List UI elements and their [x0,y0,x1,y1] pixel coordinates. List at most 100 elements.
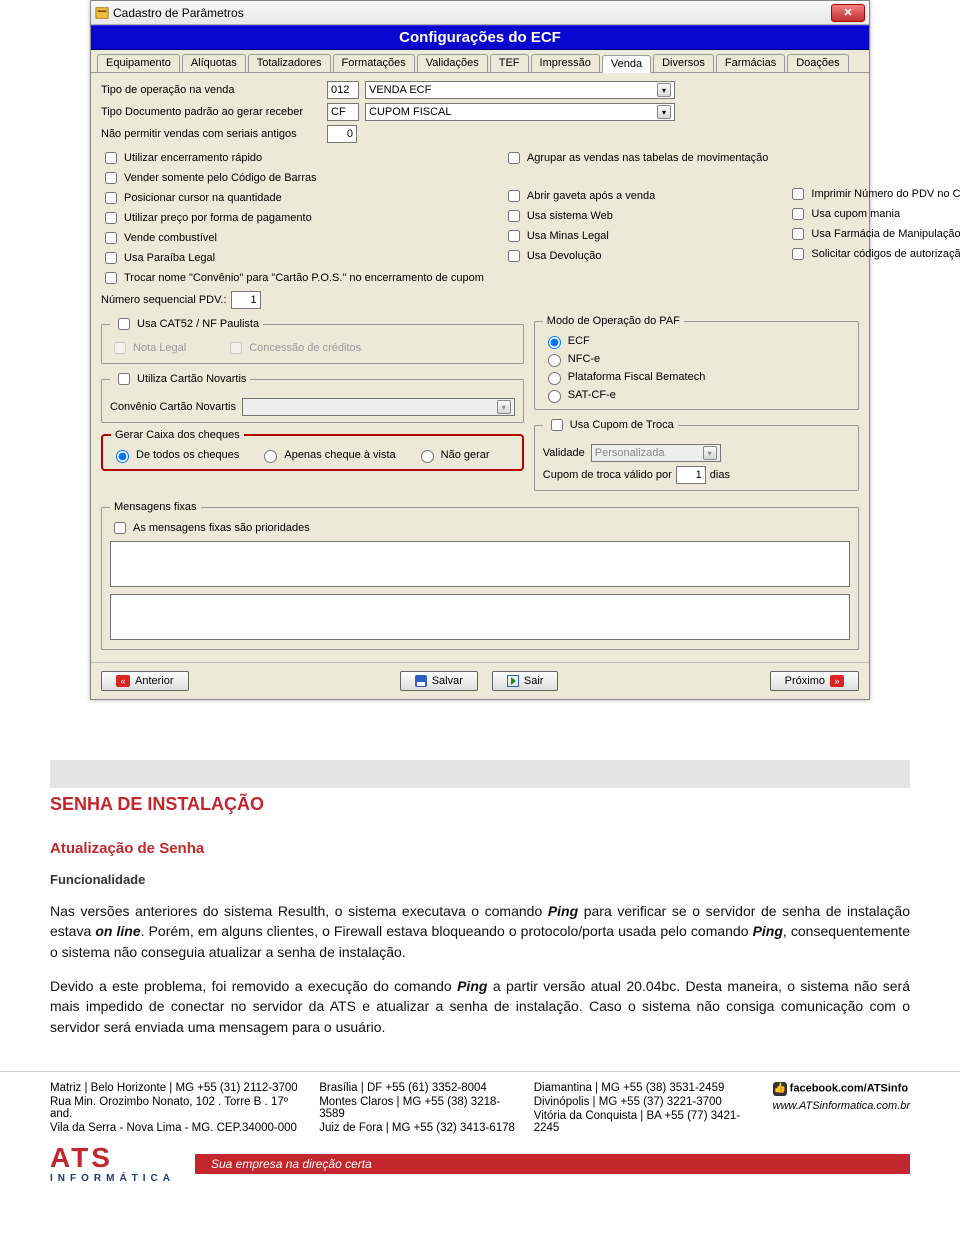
footer-line: Juiz de Fora | MG +55 (32) 3413-6178 [319,1122,518,1134]
chk-novartis[interactable] [118,373,130,385]
mensagens-text-2[interactable] [110,594,850,640]
func-heading: Funcionalidade [50,872,910,888]
radio-bematech[interactable] [548,372,561,385]
save-icon [415,675,427,687]
chk-label: Usa Cupom de Troca [570,419,674,431]
radio-todos-cheques[interactable] [116,450,129,463]
chk-trocar-convenio[interactable] [105,272,117,284]
novartis-group: Utiliza Cartão Novartis Convênio Cartão … [101,370,524,423]
chk-codigo-barras[interactable] [105,172,117,184]
chk-cupom-troca[interactable] [551,419,563,431]
sair-button[interactable]: Sair [492,671,559,691]
tab-formatacoes[interactable]: Formatações [333,54,415,72]
next-icon: » [830,675,844,687]
chk-encerramento-rapido[interactable] [105,152,117,164]
chk-label: Nota Legal [133,342,186,354]
tab-impressao[interactable]: Impressão [531,54,600,72]
chk-devolucao[interactable] [508,250,520,262]
nao-permitir-input[interactable] [327,125,357,143]
close-button[interactable]: ✕ [831,4,865,22]
novartis-label: Convênio Cartão Novartis [110,401,236,413]
radio-label: Não gerar [441,449,490,461]
tipo-operacao-code[interactable] [327,81,359,99]
tab-venda[interactable]: Venda [602,55,651,73]
chk-label: Utilizar encerramento rápido [124,152,262,164]
footer-col-2: Brasília | DF +55 (61) 3352-8004 Montes … [319,1082,518,1134]
brand-row: ATS INFORMÁTICA Sua empresa na direção c… [0,1140,960,1194]
btn-label: Sair [524,675,544,687]
radio-label: Plataforma Fiscal Bematech [568,371,706,383]
tipo-operacao-label: Tipo de operação na venda [101,84,321,96]
tab-doacoes[interactable]: Doações [787,54,848,72]
chk-numero-pdv-cupom[interactable] [792,188,804,200]
chk-msg-prioridade[interactable] [114,522,126,534]
chk-label: Trocar nome "Convênio" para "Cartão P.O.… [124,272,484,284]
chk-farmacia-manipulacao[interactable] [792,228,804,240]
text-bold: on line [95,923,140,939]
tab-diversos[interactable]: Diversos [653,54,714,72]
chk-minas-legal[interactable] [508,230,520,242]
website-link[interactable]: www.ATSinformatica.com.br [773,1100,910,1112]
chk-label: Concessão de créditos [249,342,361,354]
tab-farmacias[interactable]: Farmácias [716,54,785,72]
tab-equipamento[interactable]: Equipamento [97,54,180,72]
radio-ecf[interactable] [548,336,561,349]
grey-divider [50,760,910,788]
nao-permitir-label: Não permitir vendas com seriais antigos [101,128,321,140]
paf-group: Modo de Operação do PAF ECF NFC-e Plataf… [534,315,859,410]
validade-label: Validade [543,447,585,459]
radio-label: ECF [568,335,590,347]
chk-label: Usa CAT52 / NF Paulista [137,318,259,330]
paragraph-2: Devido a este problema, foi removido a e… [50,976,910,1037]
chk-cursor-quantidade[interactable] [105,192,117,204]
chk-label: Usa Paraíba Legal [124,252,215,264]
chk-preco-pagamento[interactable] [105,212,117,224]
facebook-link[interactable]: 👍facebook.com/ATSinfo [773,1082,908,1096]
chk-label: Solicitar códigos de autorização de vend… [811,248,960,260]
sub-heading: Atualização de Senha [50,840,910,858]
btn-label: Salvar [432,675,463,687]
footer-line: Matriz | Belo Horizonte | MG +55 (31) 21… [50,1082,303,1094]
mensagens-text-1[interactable] [110,541,850,587]
page-footer: Matriz | Belo Horizonte | MG +55 (31) 21… [0,1071,960,1140]
tipo-doc-label: Tipo Documento padrão ao gerar receber [101,106,321,118]
chk-agrupar-vendas[interactable] [508,152,520,164]
text-bold: Ping [753,923,783,939]
radio-nao-gerar[interactable] [421,450,434,463]
text: . Porém, em alguns clientes, o Firewall … [141,923,753,939]
chk-combustivel[interactable] [105,232,117,244]
tab-tef[interactable]: TEF [490,54,529,72]
seq-pdv-input[interactable] [231,291,261,309]
chk-abrir-gaveta[interactable] [508,190,520,202]
tipo-doc-code[interactable] [327,103,359,121]
proximo-button[interactable]: Próximo» [770,671,859,691]
footer-line: Vitória da Conquista | BA +55 (77) 3421-… [534,1110,757,1134]
chk-autorizacao-cartao[interactable] [792,248,804,260]
novartis-combo: ▾ [242,398,515,416]
chk-label: Usa Devolução [527,250,602,262]
chk-cupom-mania[interactable] [792,208,804,220]
anterior-button[interactable]: « Anterior [101,671,189,691]
btn-label: Anterior [135,675,174,687]
salvar-button[interactable]: Salvar [400,671,478,691]
radio-cheque-vista[interactable] [264,450,277,463]
banner-title: Configurações do ECF [91,25,869,50]
chk-sistema-web[interactable] [508,210,520,222]
tipo-doc-combo[interactable]: CUPOM FISCAL ▾ [365,103,675,121]
section-heading: SENHA DE INSTALAÇÃO [50,794,910,816]
radio-satcfe[interactable] [548,390,561,403]
tab-aliquotas[interactable]: Alíquotas [182,54,246,72]
tab-totalizadores[interactable]: Totalizadores [248,54,331,72]
tab-validacoes[interactable]: Validações [417,54,488,72]
chk-cat52[interactable] [118,318,130,330]
app-icon [95,6,109,20]
radio-nfce[interactable] [548,354,561,367]
prev-icon: « [116,675,130,687]
chk-paraiba-legal[interactable] [105,252,117,264]
footer-line: Montes Claros | MG +55 (38) 3218-3589 [319,1096,518,1120]
cat52-group: Usa CAT52 / NF Paulista Nota Legal Conce… [101,315,524,364]
footer-line: Rua Min. Orozimbo Nonato, 102 . Torre B … [50,1096,303,1120]
chevron-down-icon: ▾ [657,83,671,97]
tipo-operacao-combo[interactable]: VENDA ECF ▾ [365,81,675,99]
valido-por-input[interactable] [676,466,706,484]
